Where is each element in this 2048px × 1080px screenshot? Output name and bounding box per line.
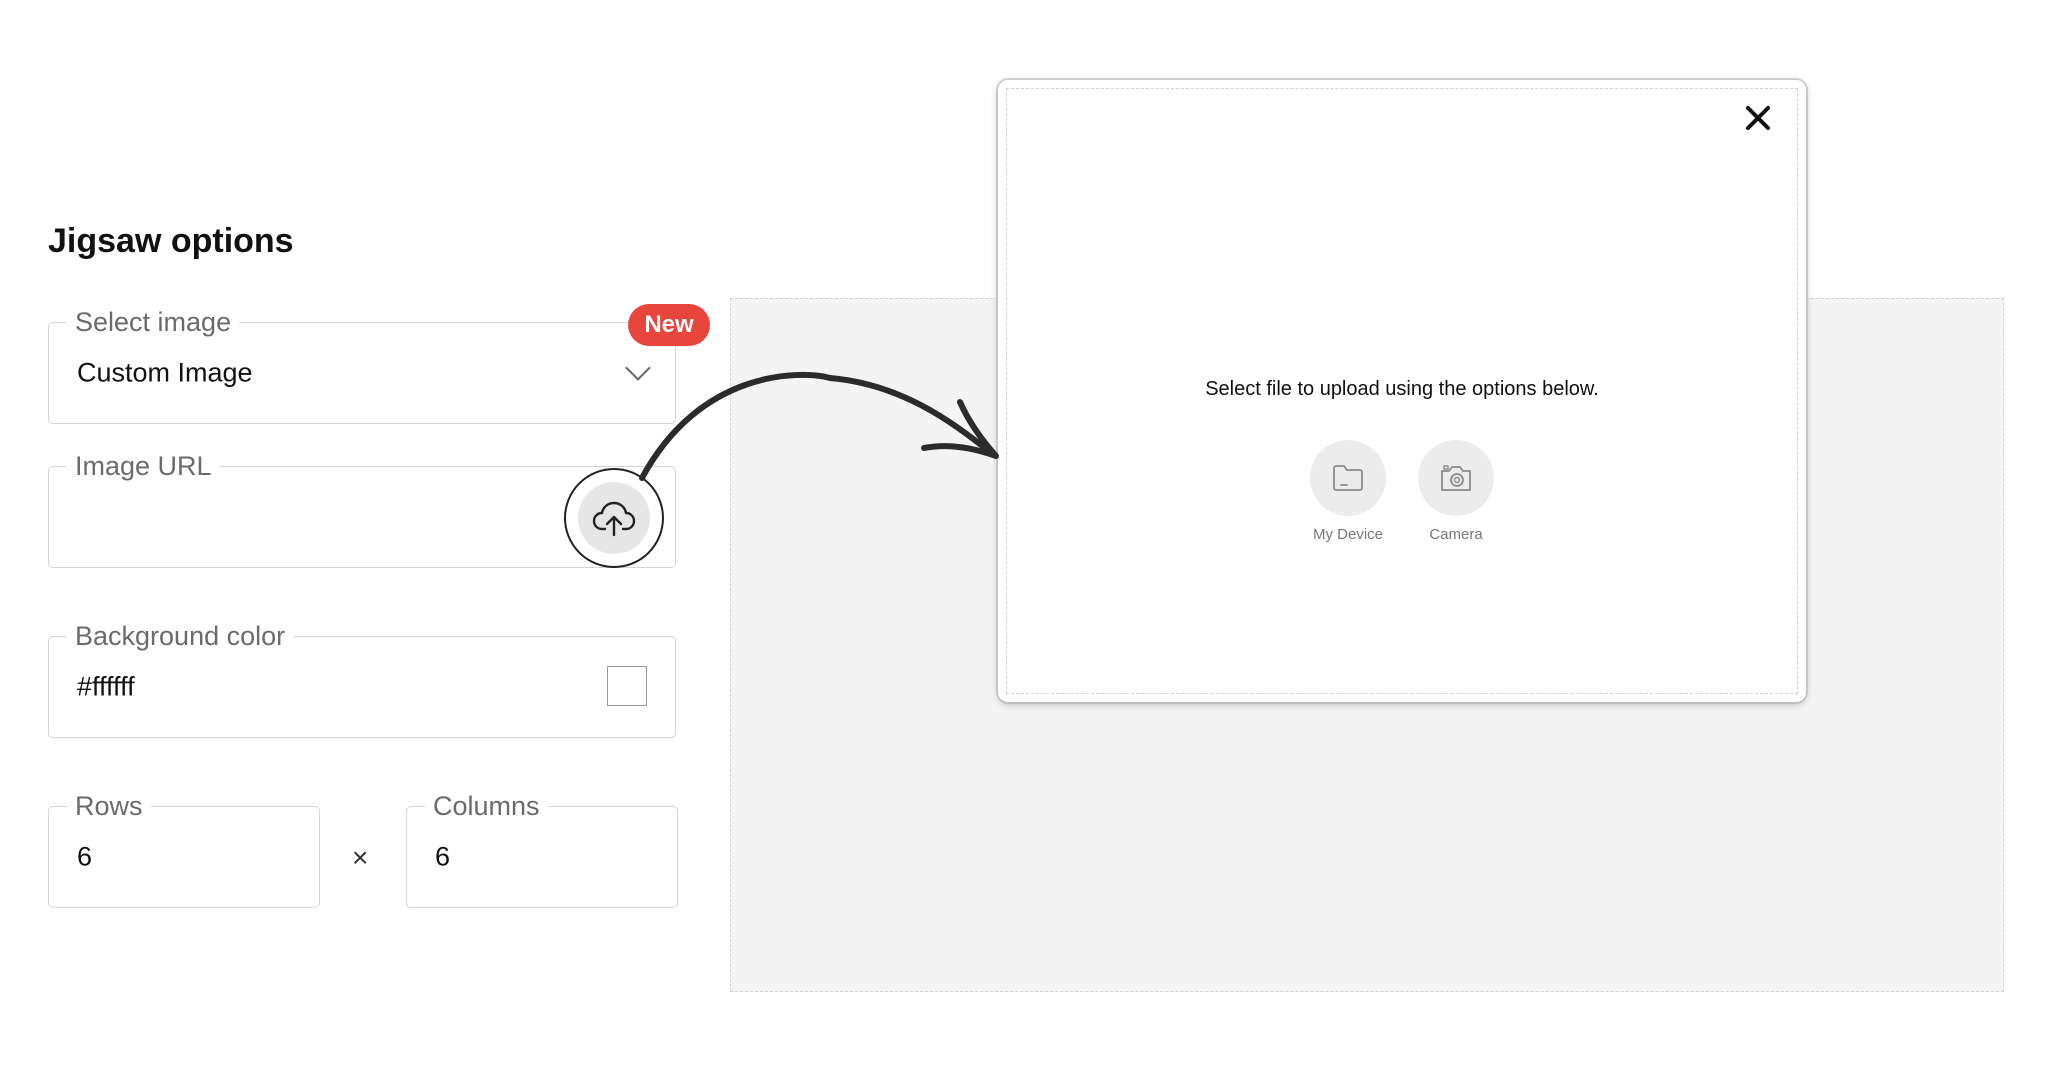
columns-label: Columns	[425, 789, 548, 823]
camera-option[interactable]: Camera	[1418, 440, 1494, 543]
upload-button[interactable]	[564, 468, 664, 568]
upload-message: Select file to upload using the options …	[1205, 378, 1599, 400]
chevron-down-icon[interactable]	[625, 355, 651, 381]
columns-field[interactable]: Columns 6	[406, 789, 678, 908]
background-color-value: #ffffff	[77, 671, 135, 702]
rows-field[interactable]: Rows 6	[48, 789, 320, 908]
close-button[interactable]	[1738, 98, 1778, 138]
columns-value: 6	[435, 841, 451, 872]
rows-label: Rows	[67, 789, 151, 823]
background-color-label: Background color	[67, 619, 294, 653]
my-device-option[interactable]: My Device	[1310, 440, 1386, 543]
new-badge: New	[628, 304, 710, 346]
background-color-field[interactable]: Background color #ffffff	[48, 619, 676, 738]
close-icon	[1746, 106, 1770, 130]
image-url-label: Image URL	[67, 449, 220, 483]
select-image-label: Select image	[67, 305, 240, 339]
select-image-dropdown[interactable]: Select image Custom Image	[48, 305, 676, 424]
select-image-value: Custom Image	[77, 357, 253, 388]
camera-icon	[1441, 465, 1471, 491]
upload-modal: Select file to upload using the options …	[998, 80, 1806, 702]
cloud-upload-icon	[592, 501, 636, 537]
camera-label: Camera	[1429, 526, 1483, 543]
color-swatch[interactable]	[607, 666, 647, 706]
folder-icon	[1333, 465, 1363, 491]
rows-value: 6	[77, 841, 93, 872]
page-title: Jigsaw options	[48, 222, 294, 260]
upload-options: My Device Camera	[998, 440, 1806, 543]
my-device-label: My Device	[1312, 526, 1383, 543]
times-separator: ×	[352, 842, 369, 873]
